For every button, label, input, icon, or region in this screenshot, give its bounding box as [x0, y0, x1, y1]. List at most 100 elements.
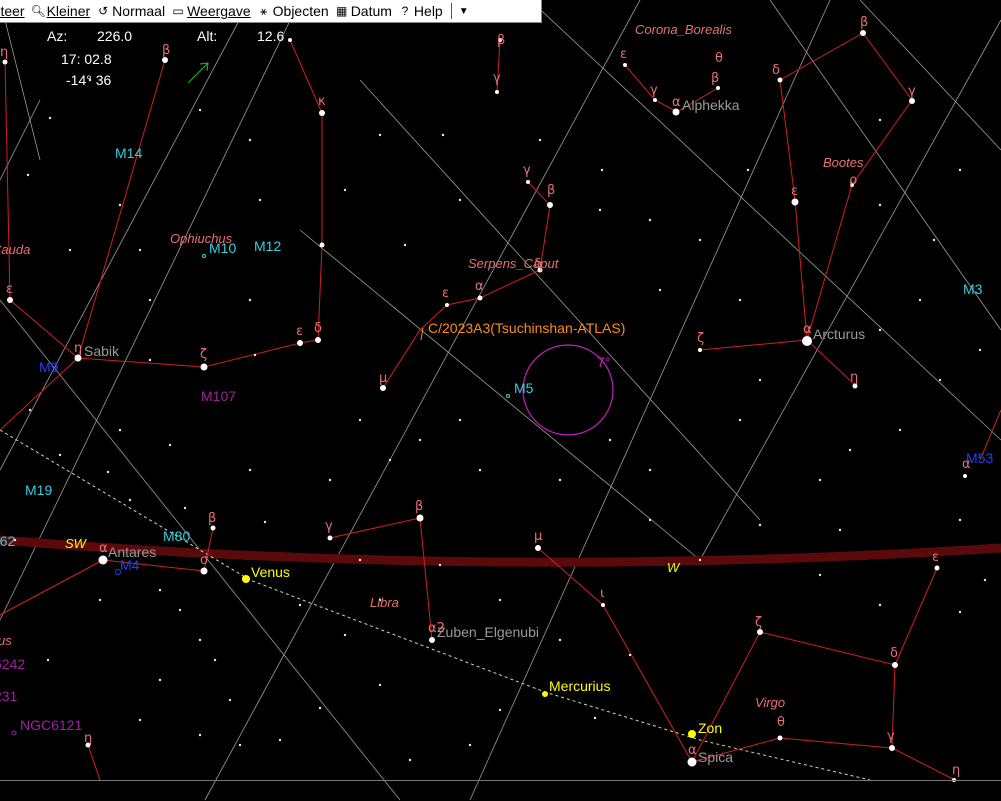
greek-label: θ: [715, 51, 723, 66]
label-venus[interactable]: Venus: [251, 564, 290, 580]
star: [210, 525, 216, 531]
faint-star: [248, 298, 252, 302]
toolbar-separator: [450, 3, 452, 19]
label-ngc6242[interactable]: 6242: [0, 656, 25, 672]
label-comet[interactable]: C/2023A3(Tsuchinshan-ATLAS): [428, 320, 625, 336]
zoom-out-icon: 🔍︎: [30, 4, 46, 18]
faint-star: [593, 716, 597, 720]
faint-star: [148, 358, 152, 362]
star: [777, 77, 783, 83]
faint-star: [438, 563, 442, 567]
faint-star: [388, 458, 392, 462]
label-bootes: Bootes: [823, 155, 864, 170]
normaal-button[interactable]: ↺ Normaal: [94, 0, 169, 22]
greek-label: ε: [620, 47, 627, 62]
sky-chart[interactable]: Corona_Borealis Alphekka Bootes Arcturus…: [0, 0, 1001, 801]
venus-marker: [242, 575, 250, 583]
faint-star: [932, 238, 936, 242]
label-m62[interactable]: M62: [0, 533, 15, 549]
label-mercurius[interactable]: Mercurius: [549, 678, 610, 694]
faint-star: [98, 598, 102, 602]
faint-star: [168, 443, 172, 447]
coordinate-readout: Az: 226.0 Alt: 12.6 17: 02.8 -14° 36: [0, 24, 300, 94]
label-m4[interactable]: M4: [120, 557, 140, 573]
greek-label: ε: [6, 282, 13, 297]
calendar-icon: ▦: [336, 4, 348, 18]
faint-star: [318, 706, 322, 710]
help-label: Help: [413, 3, 443, 19]
label-m10[interactable]: M10: [209, 240, 236, 256]
greek-label: α: [803, 322, 812, 337]
label-ngc6121[interactable]: NGC6121: [20, 717, 82, 733]
kleiner-button[interactable]: 🔍︎ Kleiner: [29, 0, 95, 22]
azimuth-label: Az:: [47, 28, 68, 44]
faint-star: [538, 138, 542, 142]
star: [429, 637, 435, 643]
star: [477, 295, 483, 301]
label-m14[interactable]: M14: [115, 145, 142, 161]
faint-star: [298, 603, 302, 607]
faint-star: [213, 658, 217, 662]
label-alphekka[interactable]: Alphekka: [682, 97, 740, 113]
label-zuben-elgenubi[interactable]: Zuben_Elgenubi: [437, 624, 539, 640]
label-m19[interactable]: M19: [25, 482, 52, 498]
faint-star: [106, 470, 110, 474]
star-field: [2, 30, 987, 782]
greek-label: γ: [908, 84, 916, 99]
star: [535, 545, 541, 551]
greek-label: γ: [650, 83, 658, 98]
faint-star: [403, 243, 407, 247]
objecten-button[interactable]: ⚹ Objecten: [255, 0, 333, 22]
faint-star: [938, 378, 942, 382]
faint-star: [58, 453, 62, 457]
star: [526, 180, 530, 184]
label-m9[interactable]: M9: [39, 359, 59, 375]
label-m3[interactable]: M3: [963, 281, 983, 297]
greek-label: μ: [534, 529, 542, 544]
greek-label: ε: [791, 184, 798, 199]
faint-star: [600, 168, 604, 172]
faint-star: [198, 108, 202, 112]
faint-star: [128, 498, 132, 502]
roteer-button[interactable]: roteer: [0, 0, 29, 22]
faint-star: [758, 378, 762, 382]
greek-label: β: [497, 33, 505, 48]
greek-label: η: [952, 763, 960, 778]
datum-button[interactable]: ▦ Datum: [333, 0, 396, 22]
faint-star: [263, 520, 267, 524]
greek-label: θ: [777, 715, 785, 730]
faint-star: [878, 603, 882, 607]
label-m5[interactable]: M5: [514, 380, 534, 396]
constellation-lines: [0, 32, 1001, 781]
star: [7, 297, 13, 303]
greek-label: α: [99, 541, 108, 556]
label-zon[interactable]: Zon: [698, 720, 722, 736]
weergave-button[interactable]: ▭ Weergave: [169, 0, 255, 22]
faint-star: [378, 683, 382, 687]
star: [327, 535, 333, 541]
faint-star: [358, 558, 362, 562]
chevron-down-icon[interactable]: ▼: [454, 6, 474, 17]
greek-label: δ: [314, 321, 322, 336]
help-button[interactable]: ? Help: [396, 0, 447, 22]
faint-star: [958, 518, 962, 522]
greek-label: ζ: [755, 615, 762, 630]
label-sabik[interactable]: Sabik: [84, 343, 120, 359]
label-n231[interactable]: 231: [0, 688, 18, 704]
star: [791, 198, 799, 206]
faint-star: [138, 248, 142, 252]
star: [889, 745, 895, 751]
faint-star: [158, 678, 162, 682]
weergave-label: Weergave: [187, 3, 251, 19]
label-m12[interactable]: M12: [254, 238, 281, 254]
greek-label: η: [850, 370, 858, 385]
label-m80[interactable]: M80: [163, 528, 190, 544]
faint-star: [46, 658, 50, 662]
objects-icon: ⚹: [260, 3, 268, 18]
label-spica[interactable]: Spica: [698, 749, 733, 765]
faint-star: [818, 573, 822, 577]
faint-star: [478, 468, 482, 472]
label-arcturus[interactable]: Arcturus: [813, 326, 865, 342]
label-m107[interactable]: M107: [201, 388, 236, 404]
greek-label: ρ: [849, 173, 857, 188]
